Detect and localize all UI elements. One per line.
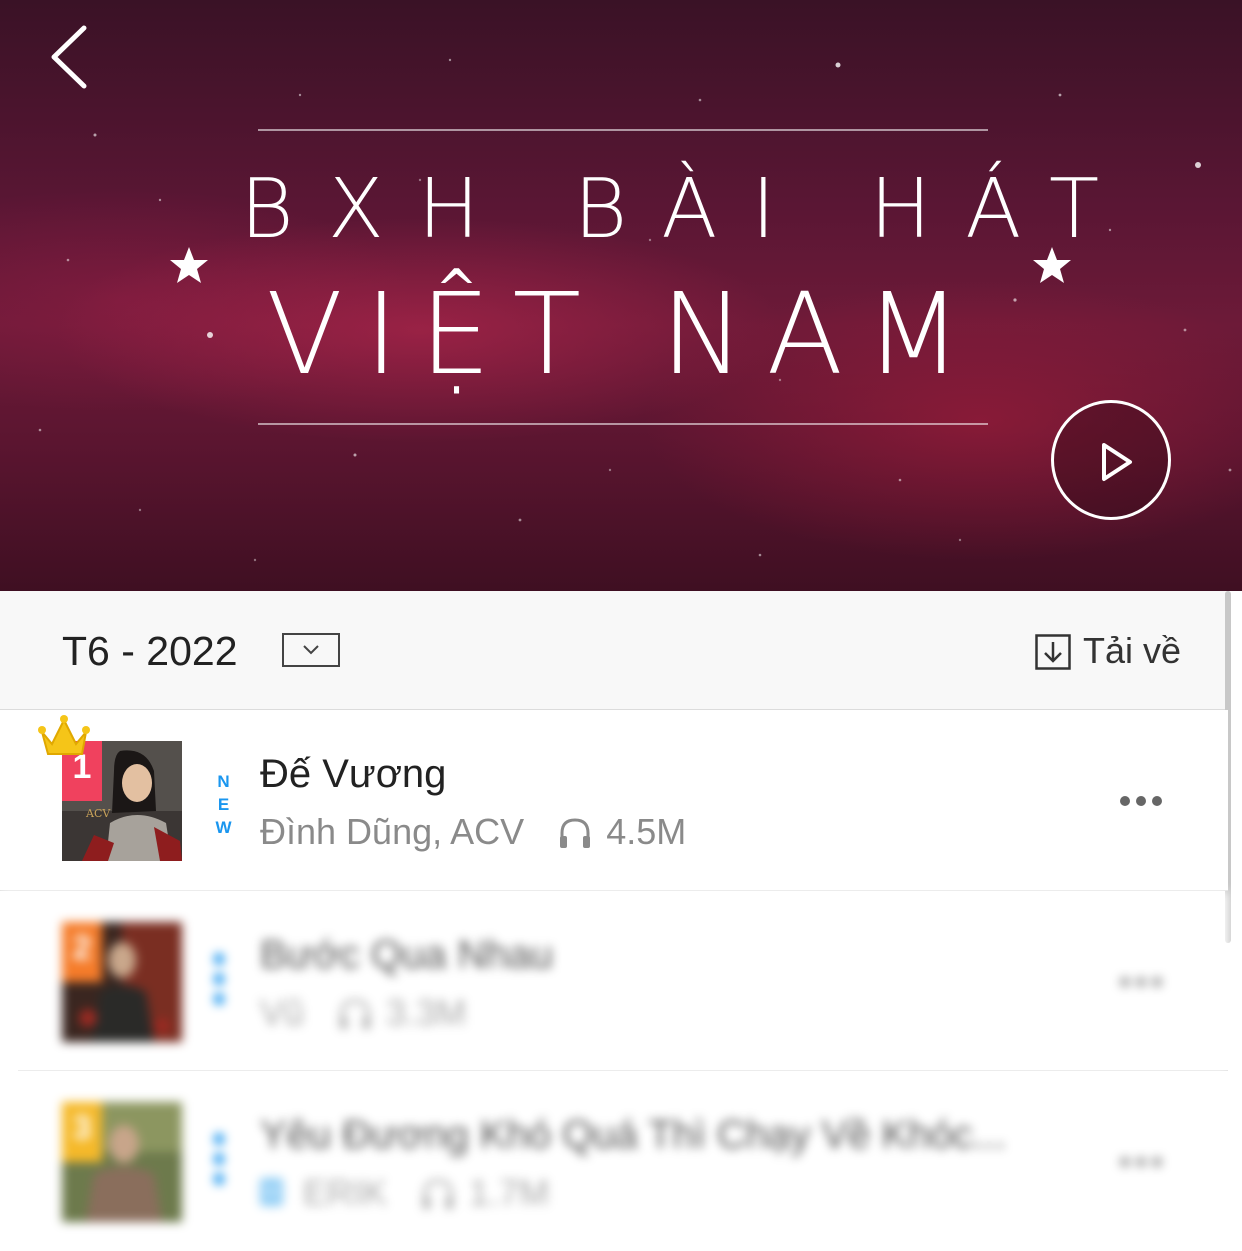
more-options-button[interactable]: [1120, 794, 1168, 808]
song-title: Yêu Đương Khó Quá Thì Chạy Về Khóc...: [260, 1113, 1007, 1157]
album-art: 2: [62, 922, 182, 1042]
song-artist[interactable]: Vũ: [260, 991, 304, 1035]
song-title: Bước Qua Nhau: [260, 933, 554, 977]
title-rule-bottom: [258, 423, 988, 425]
more-options-button[interactable]: [1120, 975, 1168, 989]
vip-badge: M: [260, 1178, 283, 1206]
title-rule-top: [258, 129, 988, 131]
song-row[interactable]: 3 Yêu Đương Khó Quá Thì Chạy Về Khóc... …: [0, 1071, 1228, 1251]
download-icon: [1035, 634, 1071, 670]
rank-badge: 3: [62, 1102, 102, 1162]
song-meta: Vũ 3.3M: [260, 991, 466, 1035]
new-badge: [212, 953, 226, 1013]
song-meta: Đình Dũng, ACV 4.5M: [260, 810, 686, 854]
star-icon: [170, 247, 208, 283]
chart-banner: BXH BÀI HÁT VIỆT NAM: [0, 0, 1242, 591]
download-label: Tải về: [1083, 630, 1182, 671]
play-all-button[interactable]: [1051, 400, 1171, 520]
song-title: Đế Vương: [260, 752, 447, 796]
crown-icon: [38, 715, 90, 755]
song-artist[interactable]: Đình Dũng, ACV: [260, 810, 524, 854]
new-badge: [212, 1133, 226, 1193]
banner-title-line-1: BXH BÀI HÁT: [240, 162, 1134, 257]
star-icon: [1033, 247, 1071, 283]
chevron-left-icon: [51, 25, 87, 89]
play-count: 4.5M: [606, 811, 687, 852]
more-horizontal-icon: [1120, 977, 1130, 987]
headphones-icon: [560, 818, 591, 848]
play-count: 1.7M: [469, 1172, 550, 1213]
headphones-icon: [340, 999, 371, 1029]
headphones-icon: [423, 1179, 454, 1209]
new-badge-letter: NEW: [214, 772, 233, 841]
song-row[interactable]: 2 Bước Qua Nhau Vũ 3.3M: [0, 891, 1228, 1071]
play-icon: [1102, 443, 1132, 481]
more-horizontal-icon: [1120, 796, 1130, 806]
more-horizontal-icon: [1120, 1157, 1130, 1167]
rank-badge: 2: [62, 922, 102, 982]
album-art: 3: [62, 1102, 182, 1222]
song-row[interactable]: ACV 1 NEW Đế Vương Đình Dũng, ACV 4.5M: [0, 710, 1228, 891]
period-label: T6 - 2022: [62, 628, 238, 674]
svg-text:ACV: ACV: [85, 807, 111, 820]
chart-header: T6 - 2022 Tải về: [0, 591, 1228, 710]
banner-title-line-2: VIỆT NAM: [266, 270, 984, 400]
new-badge: NEW: [212, 772, 233, 841]
play-count: 3.3M: [386, 992, 467, 1033]
back-button[interactable]: [40, 22, 110, 92]
song-meta: M ERIK 1.7M: [260, 1171, 549, 1215]
song-artist[interactable]: ERIK: [303, 1171, 387, 1215]
period-dropdown[interactable]: [282, 633, 340, 667]
more-options-button[interactable]: [1120, 1155, 1168, 1169]
chevron-down-icon: [303, 645, 319, 655]
